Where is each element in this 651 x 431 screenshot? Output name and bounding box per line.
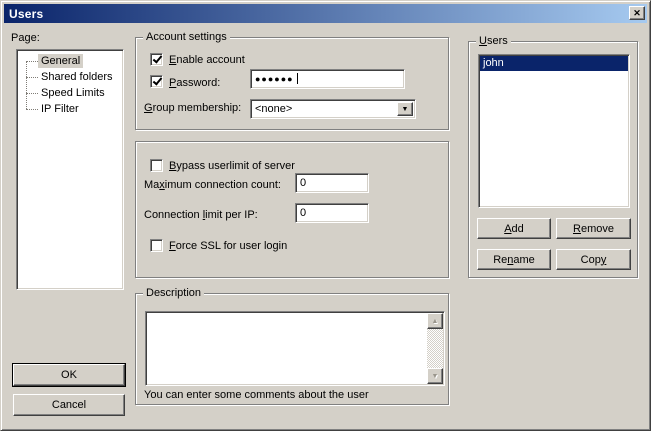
- tree-branch: [26, 93, 38, 94]
- connection-limits-group: Bypass userlimit of server Maximum conne…: [135, 141, 449, 278]
- password-checkbox[interactable]: [150, 75, 163, 88]
- dropdown-button[interactable]: ▼: [397, 102, 413, 116]
- group-membership-value: <none>: [255, 100, 292, 118]
- page-label: Page:: [11, 32, 40, 45]
- password-label: Password:: [169, 77, 220, 90]
- tree-item-general[interactable]: General: [20, 53, 121, 69]
- description-scrollbar[interactable]: ▲ ▼: [427, 313, 443, 384]
- tree-branch: [26, 61, 38, 62]
- rename-user-button[interactable]: Rename: [477, 249, 551, 270]
- tree-item-label[interactable]: General: [38, 54, 83, 68]
- users-list[interactable]: john: [478, 54, 630, 208]
- copy-user-button[interactable]: Copy: [556, 249, 631, 270]
- max-connection-count-label: Maximum connection count:: [144, 179, 281, 192]
- connection-limit-per-ip-value: 0: [300, 204, 306, 222]
- tree-branch: [26, 77, 38, 78]
- users-group: Users john Add Remove Rename Copy: [468, 41, 638, 278]
- titlebar[interactable]: Users ✕: [4, 4, 647, 23]
- scroll-up-button[interactable]: ▲: [427, 313, 443, 329]
- account-settings-group: Account settings Enable account Password…: [135, 37, 449, 130]
- tree-item-label[interactable]: IP Filter: [38, 102, 82, 116]
- user-item-john[interactable]: john: [480, 56, 628, 71]
- close-button[interactable]: ✕: [629, 6, 645, 20]
- enable-account-checkbox[interactable]: [150, 53, 163, 66]
- scroll-down-icon: ▼: [432, 373, 439, 380]
- account-settings-title: Account settings: [143, 31, 230, 44]
- users-group-title: Users: [476, 35, 511, 48]
- cancel-button[interactable]: Cancel: [13, 394, 125, 416]
- bypass-userlimit-label: Bypass userlimit of server: [169, 160, 295, 173]
- ok-button[interactable]: OK: [13, 364, 125, 386]
- max-connection-count-value: 0: [300, 174, 306, 192]
- tree-item-shared-folders[interactable]: Shared folders: [20, 69, 121, 85]
- password-value: ●●●●●●: [255, 70, 294, 88]
- group-membership-label: Group membership:: [144, 102, 241, 115]
- add-user-button[interactable]: Add: [477, 218, 551, 239]
- force-ssl-checkbox[interactable]: [150, 239, 163, 252]
- tree-item-ip-filter[interactable]: IP Filter: [20, 101, 121, 117]
- scroll-up-icon: ▲: [432, 318, 439, 325]
- max-connection-count-input[interactable]: 0: [295, 173, 369, 193]
- password-input[interactable]: ●●●●●●: [250, 69, 405, 89]
- tree-item-speed-limits[interactable]: Speed Limits: [20, 85, 121, 101]
- force-ssl-label: Force SSL for user login: [169, 240, 287, 253]
- group-membership-select[interactable]: <none> ▼: [250, 99, 416, 119]
- scroll-down-button[interactable]: ▼: [427, 368, 443, 384]
- window-title: Users: [4, 7, 43, 21]
- chevron-down-icon: ▼: [402, 106, 409, 113]
- description-group: Description ▲ ▼ You can enter some comme…: [135, 293, 449, 405]
- remove-user-button[interactable]: Remove: [556, 218, 631, 239]
- description-title: Description: [143, 287, 204, 300]
- close-icon: ✕: [633, 9, 641, 18]
- tree-item-label[interactable]: Shared folders: [38, 70, 116, 84]
- description-hint: You can enter some comments about the us…: [144, 389, 369, 402]
- bypass-userlimit-checkbox[interactable]: [150, 159, 163, 172]
- description-textarea[interactable]: ▲ ▼: [145, 311, 445, 386]
- tree-branch: [26, 109, 38, 110]
- tree-item-label[interactable]: Speed Limits: [38, 86, 108, 100]
- connection-limit-per-ip-input[interactable]: 0: [295, 203, 369, 223]
- text-caret: [297, 73, 298, 84]
- enable-account-label: Enable account: [169, 54, 245, 67]
- users-dialog: Users ✕ Page: General Shared folders Spe…: [0, 0, 651, 431]
- scrollbar-track[interactable]: [427, 329, 443, 368]
- connection-limit-per-ip-label: Connection limit per IP:: [144, 209, 258, 222]
- page-tree[interactable]: General Shared folders Speed Limits IP F…: [16, 49, 124, 290]
